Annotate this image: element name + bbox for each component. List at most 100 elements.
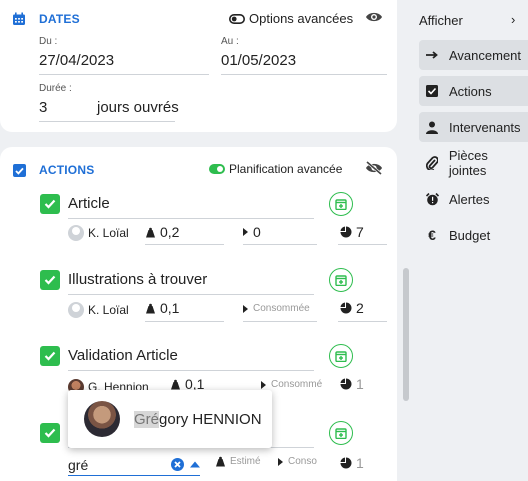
weight-icon	[171, 379, 180, 389]
paperclip-icon	[425, 156, 439, 170]
du-underline	[39, 74, 209, 75]
check-icon	[15, 167, 24, 175]
task-checkbox[interactable]	[40, 346, 60, 366]
afficher-label[interactable]: Afficher	[419, 13, 463, 28]
check-icon	[44, 428, 56, 438]
weight-placeholder: Estimé	[230, 456, 261, 467]
schedule-button[interactable]	[329, 421, 353, 445]
au-date-field[interactable]: 01/05/2023	[221, 52, 296, 69]
task-assignee[interactable]: K. Loïal	[68, 225, 129, 241]
options-avancees-toggle[interactable]: Options avancées	[229, 11, 353, 26]
task-weight[interactable]: Estimé	[215, 456, 261, 467]
caret-right-icon	[278, 457, 283, 466]
sidebar-item-label: Actions	[449, 83, 492, 99]
actions-title: ACTIONS	[39, 163, 95, 177]
task-consumed[interactable]: Consommé	[261, 379, 322, 390]
task-weight[interactable]: 0,1	[145, 300, 179, 316]
euro-icon: €	[428, 227, 436, 243]
toggle-on-icon	[209, 164, 225, 174]
dates-card: DATES Options avancées Du : 27/04/2023 A…	[0, 0, 397, 132]
sidebar-item-label: Alertes	[449, 191, 490, 207]
weight-icon	[146, 303, 155, 313]
options-avancees-label: Options avancées	[249, 11, 354, 26]
toggle-off-icon	[229, 13, 245, 24]
dates-title: DATES	[39, 12, 80, 26]
sidebar-item-budget[interactable]: € Budget	[419, 220, 528, 250]
avatar	[84, 401, 120, 437]
weight-value: 0,1	[160, 300, 180, 316]
consumed-value: 0	[253, 224, 261, 240]
weight-value: 0,2	[160, 224, 180, 240]
task-checkbox[interactable]	[40, 423, 60, 443]
task-title[interactable]: Illustrations à trouver	[68, 271, 207, 288]
task-estimate[interactable]: 2	[340, 300, 364, 316]
consumed-placeholder: Consommée	[253, 303, 310, 314]
eye-icon[interactable]	[365, 11, 383, 23]
estimate-value: 1	[356, 376, 364, 392]
suggestion-rest: gory HENNION	[159, 410, 262, 428]
eye-slash-icon[interactable]	[364, 161, 384, 175]
avatar	[68, 225, 84, 241]
sidebar-item-actions[interactable]: Actions	[419, 76, 528, 106]
sidebar-item-label: Intervenants	[449, 119, 521, 135]
sidebar-item-label: Pièces jointes	[448, 148, 488, 178]
weight-icon	[146, 227, 155, 237]
weight-underline	[145, 244, 224, 245]
duree-underline	[39, 121, 175, 122]
sidebar-item-label: Avancement	[449, 47, 522, 63]
actions-section-checkbox[interactable]	[13, 164, 26, 177]
task-weight[interactable]: 0,2	[145, 224, 179, 240]
task-assignee[interactable]: K. Loïal	[68, 302, 129, 318]
calendar-plus-icon	[335, 428, 347, 439]
du-label: Du :	[39, 36, 58, 47]
task-title-underline	[68, 218, 314, 219]
arrow-right-icon	[425, 51, 439, 59]
duree-unit: jours ouvrés	[97, 99, 179, 116]
assignee-search-input[interactable]: gré	[68, 454, 200, 476]
task-estimate[interactable]: 7	[340, 224, 364, 240]
estimate-underline	[338, 244, 387, 245]
consumed-underline	[243, 244, 317, 245]
task-title[interactable]: Article	[68, 195, 110, 212]
sidebar-item-avancement[interactable]: Avancement	[419, 40, 528, 70]
pie-icon	[340, 457, 352, 469]
pie-icon	[340, 378, 352, 390]
schedule-button[interactable]	[329, 344, 353, 368]
calendar-plus-icon	[335, 275, 347, 286]
scrollbar-thumb[interactable]	[403, 268, 409, 401]
task-title-underline	[68, 294, 314, 295]
schedule-button[interactable]	[329, 268, 353, 292]
checkbox-icon	[425, 85, 439, 97]
assignee-name: K. Loïal	[88, 226, 129, 240]
task-consumed[interactable]: 0	[243, 224, 261, 240]
task-checkbox[interactable]	[40, 194, 60, 214]
task-consumed[interactable]: Conso	[278, 456, 317, 467]
au-underline	[221, 74, 387, 75]
task-consumed[interactable]: Consommée	[243, 303, 310, 314]
consumed-underline	[243, 321, 317, 322]
duree-field[interactable]: 3	[39, 99, 47, 116]
schedule-button[interactable]	[329, 192, 353, 216]
avatar	[68, 302, 84, 318]
sidebar: Afficher › Avancement Actions Intervenan…	[415, 0, 528, 481]
du-date-field[interactable]: 27/04/2023	[39, 52, 114, 69]
person-icon	[425, 121, 439, 134]
clear-icon[interactable]	[171, 458, 184, 471]
sidebar-item-intervenants[interactable]: Intervenants	[419, 112, 528, 142]
task-estimate[interactable]: 1	[340, 376, 364, 392]
sidebar-item-alertes[interactable]: Alertes	[419, 184, 528, 214]
check-icon	[44, 199, 56, 209]
caret-up-icon[interactable]	[190, 461, 200, 468]
caret-right-icon	[243, 304, 248, 313]
task-checkbox[interactable]	[40, 270, 60, 290]
chevron-right-icon[interactable]: ›	[511, 12, 515, 27]
task-estimate[interactable]: 1	[340, 455, 364, 471]
planification-avancee-toggle[interactable]: Planification avancée	[209, 162, 342, 176]
assignee-suggestion-option[interactable]: Grégory HENNION	[68, 390, 272, 448]
calendar-icon	[13, 12, 25, 25]
estimate-value: 7	[356, 224, 364, 240]
sidebar-item-pieces-jointes[interactable]: Pièces jointes	[419, 148, 528, 178]
task-title[interactable]: Validation Article	[68, 347, 178, 364]
estimate-underline	[338, 321, 387, 322]
scrollbar-track[interactable]	[401, 0, 411, 481]
